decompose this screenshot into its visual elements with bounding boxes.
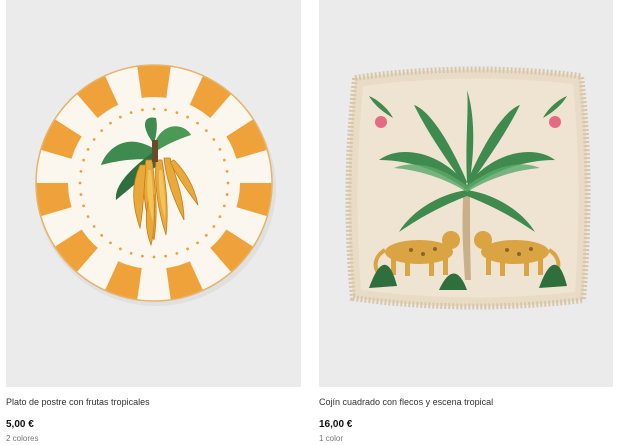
product-image-plate[interactable] [6,0,301,387]
product-price: 16,00 € [319,419,353,430]
product-color-count: 2 colores [6,434,39,443]
product-color-count: 1 color [319,434,344,443]
cushion-illustration [345,66,591,310]
product-card-cushion[interactable]: Cojín cuadrado con flecos y escena tropi… [319,0,613,443]
product-card-plate[interactable]: Plato de postre con frutas tropicales 5,… [6,0,301,443]
product-name[interactable]: Cojín cuadrado con flecos y escena tropi… [319,397,493,407]
product-price: 5,00 € [6,419,34,430]
product-name[interactable]: Plato de postre con frutas tropicales [6,397,150,407]
plate-illustration [35,64,276,306]
product-image-cushion[interactable] [319,0,613,387]
